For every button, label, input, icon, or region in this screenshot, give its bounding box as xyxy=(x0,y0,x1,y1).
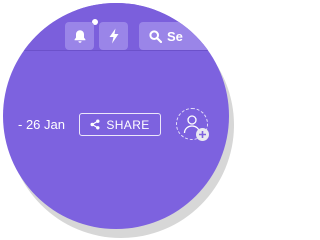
lightning-bolt-icon xyxy=(109,28,118,44)
plus-icon xyxy=(196,128,209,141)
top-bar xyxy=(3,3,229,50)
add-member-button[interactable] xyxy=(176,108,209,141)
search-icon xyxy=(149,29,162,43)
share-button[interactable]: SHARE xyxy=(79,113,161,136)
notifications-button[interactable] xyxy=(65,22,94,50)
top-bar-divider xyxy=(3,50,229,51)
search-input[interactable] xyxy=(162,28,227,44)
date-range-label[interactable]: - 26 Jan xyxy=(18,117,65,132)
activity-button[interactable] xyxy=(99,22,128,50)
share-icon xyxy=(90,119,100,130)
share-label: SHARE xyxy=(106,117,150,132)
search-box[interactable] xyxy=(139,22,229,50)
bell-icon xyxy=(74,29,85,43)
zoom-circle: - 26 Jan SHARE xyxy=(3,3,229,229)
